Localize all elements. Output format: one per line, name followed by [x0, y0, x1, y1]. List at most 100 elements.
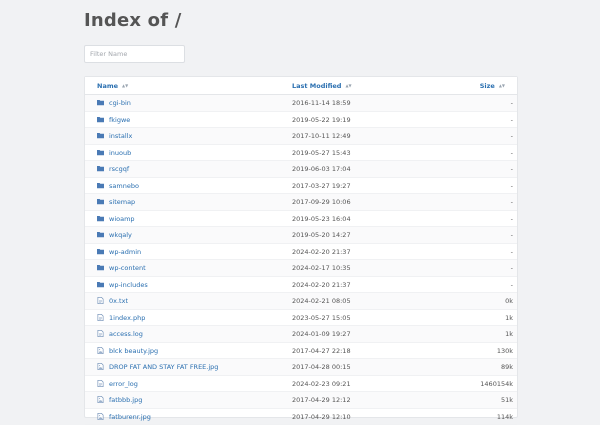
- table-row: cgi-bin 2016-11-14 18:59 -: [85, 95, 517, 112]
- last-modified-cell: 2024-02-21 08:05: [292, 297, 351, 305]
- file-link[interactable]: access.log: [109, 330, 143, 338]
- table-row: wp-content 2024-02-17 10:35 -: [85, 260, 517, 277]
- size-cell: -: [511, 182, 513, 190]
- file-link[interactable]: wkqaly: [109, 231, 132, 239]
- table-row: inuoub 2019-05-27 15:43 -: [85, 145, 517, 162]
- size-cell: 114k: [497, 413, 513, 421]
- column-header-last-modified[interactable]: Last Modified▲▼: [292, 82, 352, 90]
- last-modified-cell: 2019-05-23 16:04: [292, 215, 351, 223]
- table-header: Name▲▼ Last Modified▲▼ Size ▲▼: [85, 77, 517, 95]
- image-file-icon: [97, 347, 104, 354]
- folder-icon: [97, 149, 104, 156]
- table-row: DROP FAT AND STAY FAT FREE.jpg 2017-04-28…: [85, 359, 517, 376]
- last-modified-cell: 2017-10-11 12:49: [292, 132, 351, 140]
- last-modified-cell: 2017-04-29 12:12: [292, 396, 351, 404]
- last-modified-cell: 2016-11-14 18:59: [292, 99, 351, 107]
- column-header-name[interactable]: Name▲▼: [97, 82, 128, 90]
- table-row: fatbbb.jpg 2017-04-29 12:12 51k: [85, 392, 517, 409]
- table-row: 0x.txt2024-02-21 08:050k: [85, 293, 517, 310]
- file-link[interactable]: wp-content: [109, 264, 146, 272]
- table-row: wkqaly 2019-05-20 14:27 -: [85, 227, 517, 244]
- size-cell: 1460154k: [480, 380, 513, 388]
- last-modified-cell: 2019-05-20 14:27: [292, 231, 351, 239]
- last-modified-cell: 2017-09-29 10:06: [292, 198, 351, 206]
- file-link[interactable]: 1index.php: [109, 314, 145, 322]
- file-icon: [97, 380, 104, 387]
- size-cell: 1k: [505, 330, 513, 338]
- file-link[interactable]: rscgqf: [109, 165, 129, 173]
- folder-icon: [97, 215, 104, 222]
- table-row: fatburenr.jpg 2017-04-29 12:10 114k: [85, 409, 517, 425]
- last-modified-cell: 2017-04-29 12:10: [292, 413, 351, 421]
- folder-icon: [97, 132, 104, 139]
- size-cell: -: [511, 198, 513, 206]
- last-modified-cell: 2024-02-17 10:35: [292, 264, 351, 272]
- last-modified-cell: 2017-03-27 19:27: [292, 182, 351, 190]
- table-row: wp-includes 2024-02-20 21:37 -: [85, 277, 517, 294]
- size-cell: -: [511, 264, 513, 272]
- column-header-last-modified-label: Last Modified: [292, 82, 341, 90]
- table-row: wp-admin 2024-02-20 21:37 -: [85, 244, 517, 261]
- folder-icon: [97, 198, 104, 205]
- size-cell: -: [511, 99, 513, 107]
- file-table: Name▲▼ Last Modified▲▼ Size ▲▼ cgi-bin 201…: [84, 76, 518, 418]
- page-title: Index of /: [84, 10, 182, 31]
- table-row: sitemap 2017-09-29 10:06 -: [85, 194, 517, 211]
- file-link[interactable]: error_log: [109, 380, 138, 388]
- size-cell: -: [511, 116, 513, 124]
- image-file-icon: [97, 413, 104, 420]
- last-modified-cell: 2024-02-23 09:21: [292, 380, 351, 388]
- size-cell: -: [511, 215, 513, 223]
- file-link[interactable]: wp-admin: [109, 248, 141, 256]
- size-cell: 130k: [497, 347, 513, 355]
- table-row: error_log 2024-02-23 09:21 1460154k: [85, 376, 517, 393]
- folder-icon: [97, 264, 104, 271]
- directory-listing-page: Index of / Name▲▼ Last Modified▲▼ Size ▲▼…: [0, 0, 600, 400]
- size-cell: -: [511, 149, 513, 157]
- size-cell: -: [511, 231, 513, 239]
- file-link[interactable]: installx: [109, 132, 132, 140]
- file-link[interactable]: samnebo: [109, 182, 139, 190]
- size-cell: 51k: [501, 396, 513, 404]
- filter-name-input[interactable]: [84, 45, 185, 63]
- size-cell: -: [511, 248, 513, 256]
- file-icon: [97, 297, 104, 304]
- file-link[interactable]: 0x.txt: [109, 297, 128, 305]
- image-file-icon: [97, 363, 104, 370]
- size-cell: -: [511, 281, 513, 289]
- file-link[interactable]: fatbbb.jpg: [109, 396, 142, 404]
- file-link[interactable]: fatburenr.jpg: [109, 413, 151, 421]
- table-body: cgi-bin 2016-11-14 18:59 - fkigwe 2019-05-22…: [85, 95, 517, 425]
- sort-arrows-icon: ▲▼: [499, 83, 505, 88]
- file-link[interactable]: cgi-bin: [109, 99, 131, 107]
- last-modified-cell: 2024-02-20 21:37: [292, 248, 351, 256]
- file-link[interactable]: fkigwe: [109, 116, 130, 124]
- last-modified-cell: 2019-05-27 15:43: [292, 149, 351, 157]
- table-row: samnebo 2017-03-27 19:27 -: [85, 178, 517, 195]
- file-icon: [97, 330, 104, 337]
- last-modified-cell: 2024-02-20 21:37: [292, 281, 351, 289]
- size-cell: -: [511, 165, 513, 173]
- last-modified-cell: 2019-05-22 19:19: [292, 116, 351, 124]
- last-modified-cell: 2017-04-28 00:15: [292, 363, 351, 371]
- last-modified-cell: 2024-01-09 19:27: [292, 330, 351, 338]
- size-cell: -: [511, 132, 513, 140]
- folder-icon: [97, 248, 104, 255]
- file-link[interactable]: wp-includes: [109, 281, 148, 289]
- size-cell: 89k: [501, 363, 513, 371]
- file-link[interactable]: inuoub: [109, 149, 131, 157]
- last-modified-cell: 2017-04-27 22:18: [292, 347, 351, 355]
- folder-icon: [97, 281, 104, 288]
- column-header-size[interactable]: Size ▲▼: [480, 82, 505, 90]
- folder-icon: [97, 116, 104, 123]
- file-link[interactable]: DROP FAT AND STAY FAT FREE.jpg: [109, 363, 218, 371]
- column-header-name-label: Name: [97, 82, 118, 90]
- table-row: access.log 2024-01-09 19:27 1k: [85, 326, 517, 343]
- folder-icon: [97, 182, 104, 189]
- column-header-size-label: Size: [480, 82, 495, 90]
- file-link[interactable]: blck beauty.jpg: [109, 347, 158, 355]
- file-link[interactable]: wioamp: [109, 215, 135, 223]
- folder-icon: [97, 99, 104, 106]
- last-modified-cell: 2023-05-27 15:05: [292, 314, 351, 322]
- file-link[interactable]: sitemap: [109, 198, 135, 206]
